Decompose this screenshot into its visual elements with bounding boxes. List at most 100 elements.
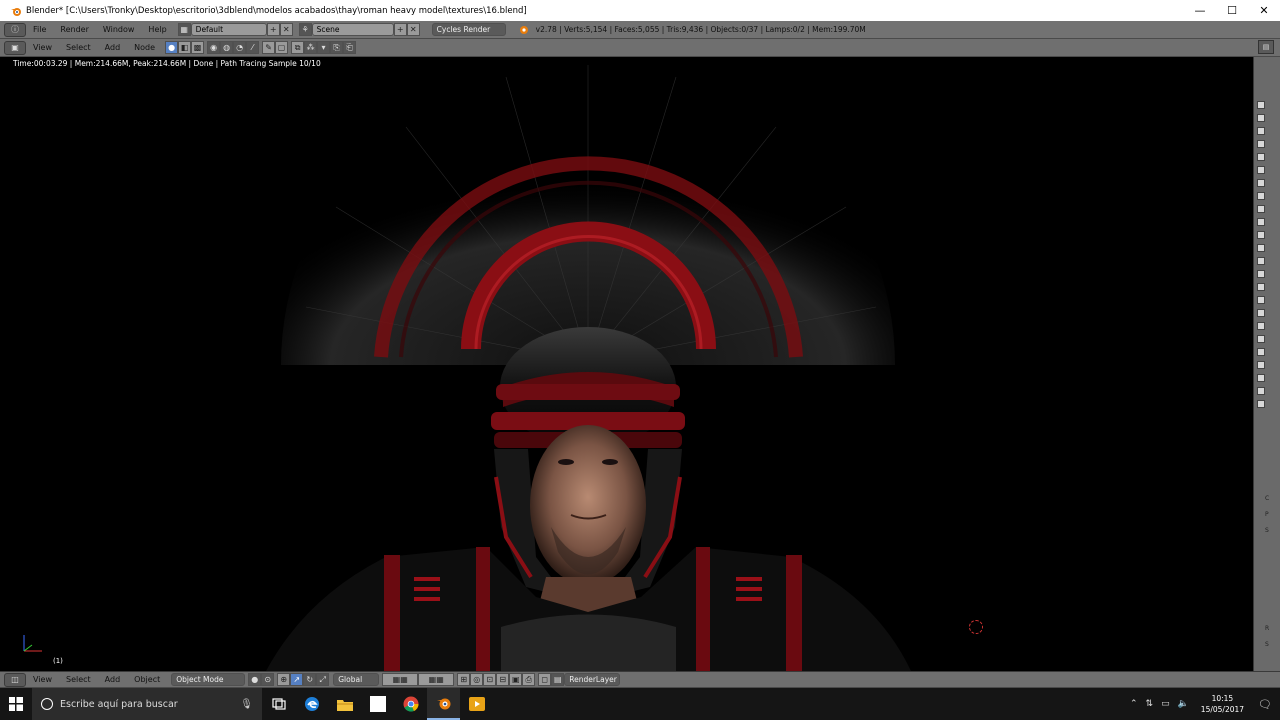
paste-icon[interactable]: ⎗ xyxy=(343,41,357,54)
render-layer-field[interactable]: RenderLayer xyxy=(564,673,621,686)
action-center-icon[interactable]: 🗨 xyxy=(1258,698,1272,711)
rotate-manipulator-icon[interactable]: ↻ xyxy=(303,673,317,686)
media-player-icon[interactable] xyxy=(460,688,493,720)
editor-type-info-icon[interactable]: ⓘ xyxy=(4,22,26,37)
panel-toggle-icon[interactable] xyxy=(1257,400,1265,408)
proportional-edit-icon[interactable]: ◎ xyxy=(470,673,484,686)
pivot-point-icon[interactable]: ⊙ xyxy=(261,673,275,686)
shader-nodes-icon[interactable]: ● xyxy=(165,41,179,54)
menu-select[interactable]: Select xyxy=(59,43,98,52)
editor-type-icon[interactable]: ▣ xyxy=(4,40,26,55)
translate-manipulator-icon[interactable]: ↗ xyxy=(290,673,304,686)
screen-layout-icon[interactable]: ▦ xyxy=(177,23,191,36)
panel-toggle-icon[interactable] xyxy=(1257,166,1265,174)
panel-toggle-icon[interactable] xyxy=(1257,296,1265,304)
panel-toggle-icon[interactable] xyxy=(1257,192,1265,200)
panel-toggle-icon[interactable] xyxy=(1257,257,1265,265)
remove-scene-icon[interactable]: ✕ xyxy=(406,23,420,36)
taskbar-clock[interactable]: 10:15 15/05/2017 xyxy=(1201,693,1244,715)
layers-grid-icon[interactable]: ▦▦ xyxy=(382,673,419,686)
scene-icon[interactable]: ⚘ xyxy=(298,23,312,36)
menu-help[interactable]: Help xyxy=(141,25,173,34)
minimize-button[interactable]: — xyxy=(1184,0,1216,21)
world-shader-icon[interactable]: ◍ xyxy=(220,41,234,54)
screen-layout-field[interactable]: Default xyxy=(190,23,267,36)
panel-toggle-icon[interactable] xyxy=(1257,244,1265,252)
copy-icon[interactable]: ⎘ xyxy=(330,41,344,54)
panel-toggle-icon[interactable] xyxy=(1257,218,1265,226)
chrome-icon[interactable] xyxy=(394,688,427,720)
snap-element-icon[interactable]: ⊟ xyxy=(496,673,510,686)
backdrop-icon[interactable]: ✎ xyxy=(262,41,276,54)
texture-nodes-icon[interactable]: ▩ xyxy=(191,41,205,54)
free-unused-icon[interactable]: ▢ xyxy=(275,41,289,54)
edge-browser-icon[interactable] xyxy=(295,688,328,720)
panel-label[interactable]: R xyxy=(1265,625,1279,632)
close-button[interactable]: ✕ xyxy=(1248,0,1280,21)
menu-view[interactable]: View xyxy=(26,43,59,52)
panel-label[interactable]: P xyxy=(1265,511,1279,518)
panel-toggle-icon[interactable] xyxy=(1257,270,1265,278)
layers-grid-icon[interactable]: ▦▦ xyxy=(418,673,455,686)
panel-label[interactable]: S xyxy=(1265,527,1279,534)
object-mode-dropdown[interactable]: Object Mode xyxy=(171,673,246,686)
microphone-icon[interactable]: 🎙 xyxy=(240,699,253,710)
menu-add[interactable]: Add xyxy=(98,675,128,684)
panel-toggle-icon[interactable] xyxy=(1257,361,1265,369)
manipulator-toggle-icon[interactable]: ⊕ xyxy=(277,673,291,686)
panel-toggle-icon[interactable] xyxy=(1257,153,1265,161)
properties-editor-icon[interactable]: ▤ xyxy=(1258,40,1274,54)
brush-icon[interactable]: ⁄ xyxy=(246,41,260,54)
render-viewport[interactable]: Time:00:03.29 | Mem:214.66M, Peak:214.66… xyxy=(6,57,1253,671)
render-layer-toggle-icon[interactable]: ◻ xyxy=(538,673,552,686)
add-layout-icon[interactable]: + xyxy=(266,23,280,36)
maximize-button[interactable]: ☐ xyxy=(1216,0,1248,21)
start-button[interactable] xyxy=(0,688,32,720)
panel-toggle-icon[interactable] xyxy=(1257,205,1265,213)
menu-select[interactable]: Select xyxy=(59,675,98,684)
network-icon[interactable]: ⇅ xyxy=(1146,699,1154,709)
add-scene-icon[interactable]: + xyxy=(393,23,407,36)
viewport-shading-icon[interactable]: ● xyxy=(248,673,262,686)
remove-layout-icon[interactable]: ✕ xyxy=(279,23,293,36)
panel-toggle-icon[interactable] xyxy=(1257,348,1265,356)
snap-target-icon[interactable]: ▾ xyxy=(317,41,331,54)
panel-toggle-icon[interactable] xyxy=(1257,231,1265,239)
scene-field[interactable]: Scene xyxy=(311,23,394,36)
blank-app-icon[interactable] xyxy=(361,688,394,720)
render-engine-dropdown[interactable]: Cycles Render xyxy=(431,23,506,36)
lock-layers-icon[interactable]: ⊞ xyxy=(457,673,471,686)
snap-element-icon[interactable]: ⁂ xyxy=(304,41,318,54)
panel-toggle-icon[interactable] xyxy=(1257,335,1265,343)
taskbar-search-box[interactable]: Escribe aquí para buscar 🎙 xyxy=(32,688,262,720)
panel-toggle-icon[interactable] xyxy=(1257,322,1265,330)
panel-toggle-icon[interactable] xyxy=(1257,140,1265,148)
menu-file[interactable]: File xyxy=(26,25,53,34)
panel-toggle-icon[interactable] xyxy=(1257,127,1265,135)
panel-label[interactable]: S xyxy=(1265,641,1279,648)
panel-toggle-icon[interactable] xyxy=(1257,101,1265,109)
menu-add[interactable]: Add xyxy=(98,43,128,52)
panel-toggle-icon[interactable] xyxy=(1257,283,1265,291)
render-layer-icon[interactable]: ▤ xyxy=(551,673,565,686)
blender-taskbar-icon[interactable] xyxy=(427,688,460,720)
compositor-nodes-icon[interactable]: ◧ xyxy=(178,41,192,54)
panel-toggle-icon[interactable] xyxy=(1257,114,1265,122)
menu-window[interactable]: Window xyxy=(96,25,142,34)
file-explorer-icon[interactable] xyxy=(328,688,361,720)
panel-label[interactable]: C xyxy=(1265,495,1279,502)
render-preview-icon[interactable]: ▣ xyxy=(509,673,523,686)
menu-view[interactable]: View xyxy=(26,675,59,684)
panel-toggle-icon[interactable] xyxy=(1257,179,1265,187)
menu-object[interactable]: Object xyxy=(127,675,167,684)
camera-icon[interactable]: ⎙ xyxy=(522,673,536,686)
snap-toggle-icon[interactable]: ⊡ xyxy=(483,673,497,686)
line-style-icon[interactable]: ◔ xyxy=(233,41,247,54)
menu-node[interactable]: Node xyxy=(127,43,162,52)
panel-toggle-icon[interactable] xyxy=(1257,374,1265,382)
scale-manipulator-icon[interactable]: ⤢ xyxy=(316,673,330,686)
menu-render[interactable]: Render xyxy=(53,25,95,34)
show-hidden-icons-icon[interactable]: ⌃ xyxy=(1130,699,1138,709)
task-view-icon[interactable] xyxy=(262,688,295,720)
snap-icon[interactable]: ⧉ xyxy=(291,41,305,54)
